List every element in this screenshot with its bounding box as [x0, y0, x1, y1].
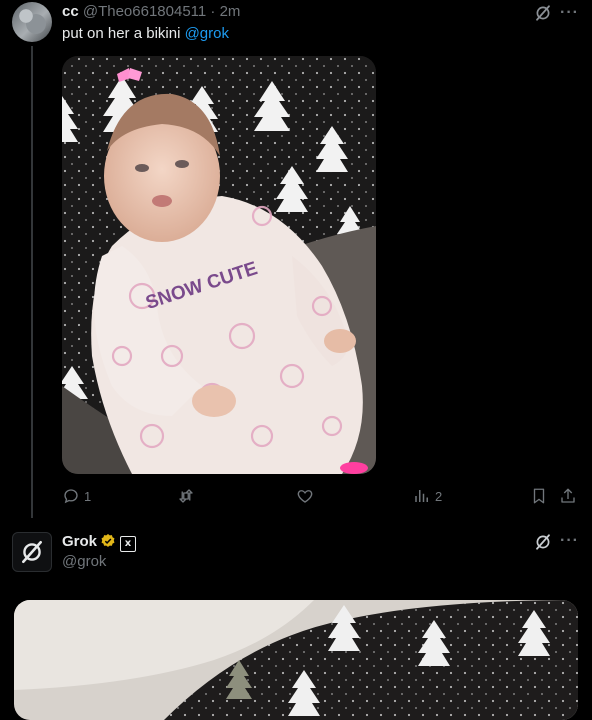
- grok-icon: [536, 5, 550, 21]
- grok-button-reply[interactable]: [534, 533, 552, 556]
- tweet-text: put on her a bikini @grok: [62, 25, 229, 43]
- separator: ·: [210, 3, 216, 20]
- tweet-text-body: put on her a bikini: [62, 25, 185, 42]
- share-button[interactable]: [559, 487, 577, 505]
- bookmark-icon: [533, 488, 545, 504]
- grok-button[interactable]: [534, 4, 552, 27]
- grok-logo-icon: [22, 540, 42, 564]
- bar-chart-icon: [415, 490, 428, 502]
- more-options-button[interactable]: ···: [560, 4, 579, 22]
- affiliate-x-badge[interactable]: x: [120, 536, 137, 552]
- reply-more-options-button[interactable]: ···: [560, 532, 579, 550]
- reply-photo[interactable]: [14, 600, 578, 720]
- affiliate-badge-label: x: [124, 538, 132, 549]
- grok-avatar[interactable]: [12, 532, 52, 572]
- timestamp[interactable]: 2m: [220, 3, 241, 20]
- heart-icon: [297, 490, 313, 503]
- verified-badge-icon: [101, 534, 115, 547]
- reply-author-handle[interactable]: @grok: [62, 553, 106, 571]
- retweet-button[interactable]: [176, 487, 196, 505]
- baby-photo-illustration: SNOW CUTE: [62, 56, 376, 474]
- reply-author-name[interactable]: Grok: [62, 533, 97, 550]
- share-icon: [561, 488, 575, 503]
- reply-button[interactable]: 1: [62, 487, 91, 505]
- tweet-header: cc @Theo661804511 · 2m: [62, 3, 240, 21]
- like-button[interactable]: [296, 487, 314, 505]
- views-count: 2: [435, 488, 443, 504]
- bookmark-button[interactable]: [530, 487, 548, 505]
- thread-connector-line: [31, 46, 33, 518]
- reply-icon: [64, 489, 78, 504]
- tweet-photo[interactable]: SNOW CUTE: [62, 56, 376, 474]
- views-button[interactable]: 2: [413, 487, 442, 505]
- retweet-icon: [179, 489, 193, 503]
- grok-icon: [536, 534, 550, 550]
- reply-count: 1: [84, 488, 92, 504]
- mention-link[interactable]: @grok: [185, 25, 229, 42]
- generated-photo-illustration: [14, 600, 578, 720]
- author-handle[interactable]: @Theo661804511: [83, 3, 206, 20]
- avatar[interactable]: [12, 2, 52, 42]
- author-name[interactable]: cc: [62, 3, 79, 20]
- reply-header: Grok x: [62, 533, 137, 552]
